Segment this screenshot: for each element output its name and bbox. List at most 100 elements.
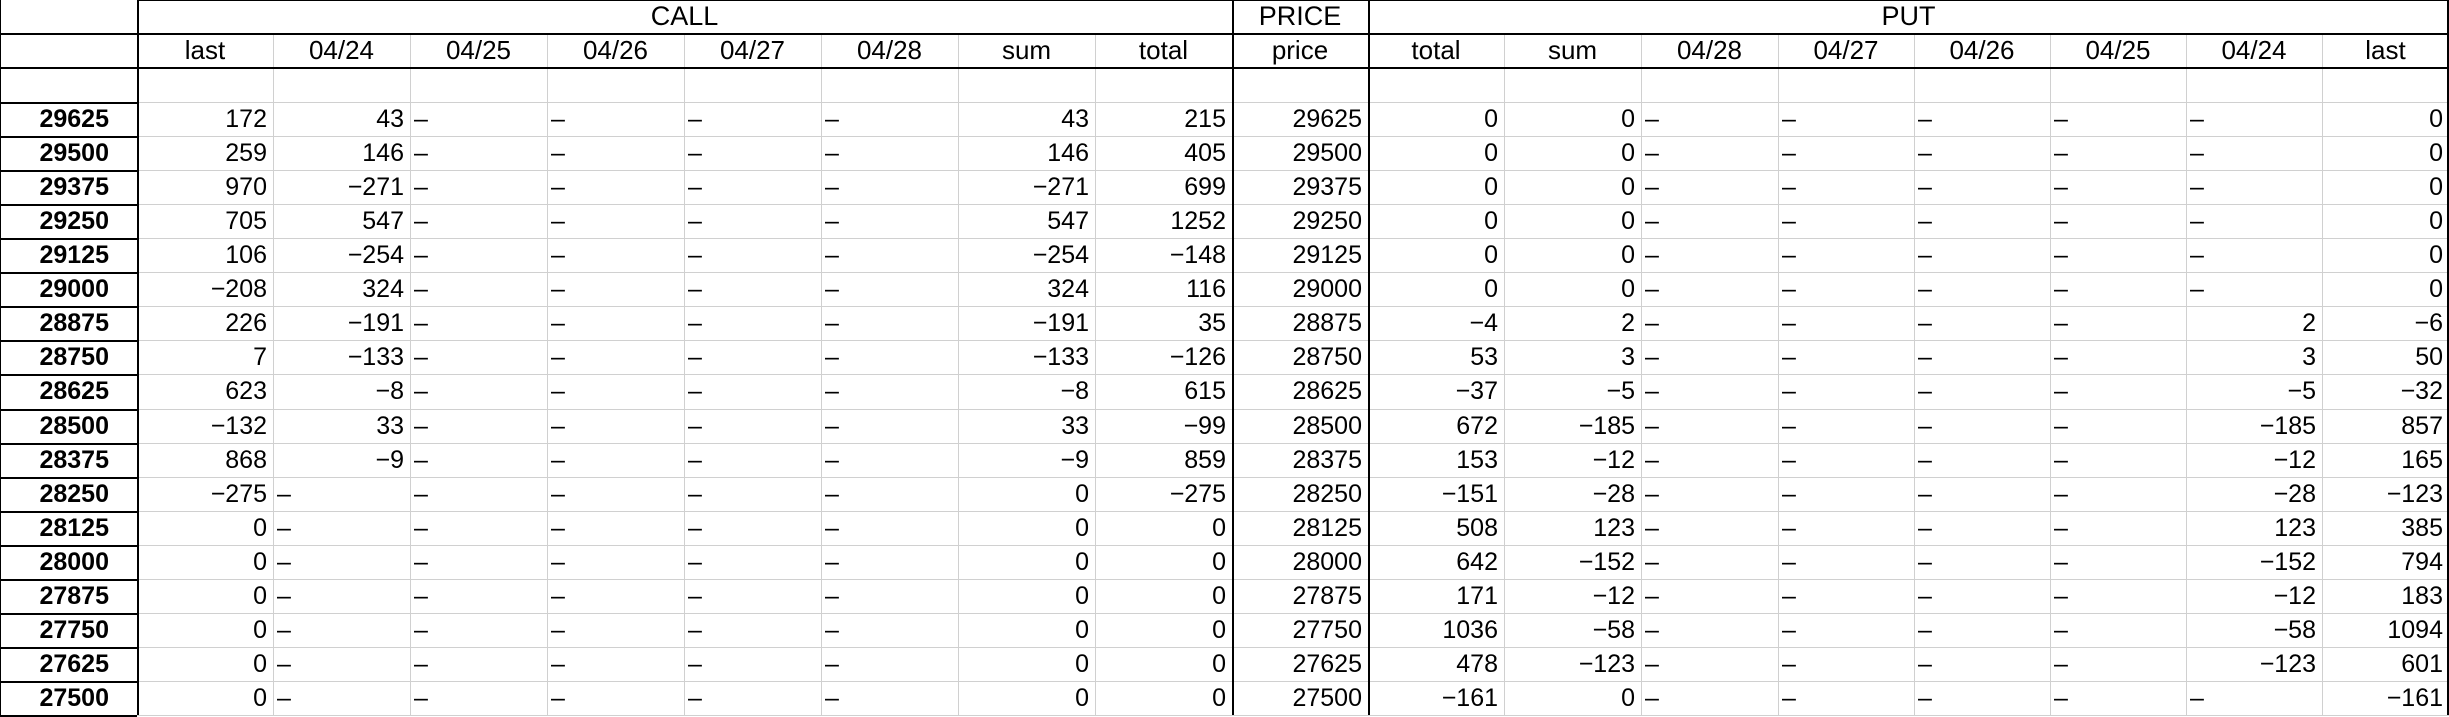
table-cell[interactable]: 642 [1368,545,1504,579]
table-cell[interactable]: – [1641,613,1778,647]
column-header[interactable]: 04/27 [684,33,821,67]
table-cell[interactable]: 3 [2186,340,2322,374]
table-cell[interactable]: 0 [1095,613,1232,647]
table-cell[interactable]: – [821,272,958,306]
table-cell[interactable]: – [410,374,547,408]
table-cell[interactable]: −191 [958,306,1095,340]
column-header[interactable]: 04/25 [2050,33,2186,67]
table-cell[interactable]: 324 [958,272,1095,306]
table-cell[interactable]: 0 [1095,579,1232,613]
put-group-header[interactable]: PUT [1368,0,2449,33]
table-cell[interactable]: – [2050,511,2186,545]
table-cell[interactable]: 35 [1095,306,1232,340]
table-cell[interactable]: – [1641,102,1778,136]
table-cell[interactable]: – [684,511,821,545]
table-cell[interactable]: – [2050,340,2186,374]
table-cell[interactable]: −123 [1504,647,1641,681]
table-cell[interactable]: 0 [1095,545,1232,579]
row-label[interactable]: 29000 [0,272,137,306]
table-cell[interactable]: – [547,545,684,579]
table-cell[interactable]: 27750 [1232,613,1368,647]
table-cell[interactable]: 857 [2322,409,2449,443]
table-cell[interactable]: – [273,647,410,681]
table-cell[interactable]: 165 [2322,443,2449,477]
table-cell[interactable]: 508 [1368,511,1504,545]
table-cell[interactable]: – [2186,681,2322,715]
table-cell[interactable]: – [1914,681,2050,715]
table-cell[interactable]: 153 [1368,443,1504,477]
table-cell[interactable]: – [1914,374,2050,408]
table-cell[interactable]: – [821,170,958,204]
table-cell[interactable]: 868 [137,443,273,477]
table-cell[interactable]: 29375 [1232,170,1368,204]
table-cell[interactable]: – [1778,204,1914,238]
table-cell[interactable]: 3 [1504,340,1641,374]
table-cell[interactable]: – [1914,306,2050,340]
row-label[interactable]: 29625 [0,102,137,136]
table-cell[interactable]: −37 [1368,374,1504,408]
table-cell[interactable]: – [1914,545,2050,579]
column-header[interactable]: 04/25 [410,33,547,67]
table-cell[interactable]: – [547,374,684,408]
price-group-header[interactable]: PRICE [1232,0,1368,33]
table-cell[interactable]: 0 [958,647,1095,681]
table-cell[interactable]: 1094 [2322,613,2449,647]
table-cell[interactable]: 0 [958,681,1095,715]
table-cell[interactable]: – [684,136,821,170]
table-cell[interactable]: – [1641,374,1778,408]
table-cell[interactable]: 50 [2322,340,2449,374]
table-cell[interactable]: – [1778,170,1914,204]
table-cell[interactable]: −99 [1095,409,1232,443]
table-cell[interactable]: 43 [273,102,410,136]
table-cell[interactable]: – [1778,409,1914,443]
table-cell[interactable]: – [2186,102,2322,136]
column-header[interactable]: price [1232,33,1368,67]
table-cell[interactable]: – [1778,340,1914,374]
table-cell[interactable]: 0 [137,681,273,715]
table-cell[interactable]: 0 [1504,204,1641,238]
table-cell[interactable]: – [1914,136,2050,170]
table-cell[interactable]: 1036 [1368,613,1504,647]
table-cell[interactable]: – [1778,238,1914,272]
spreadsheet-grid[interactable]: CALL PRICE PUT last 04/24 04/25 04/26 04/27 04/2… [0,0,2449,717]
table-cell[interactable]: 615 [1095,374,1232,408]
table-cell[interactable]: −254 [273,238,410,272]
table-cell[interactable]: 547 [273,204,410,238]
column-header[interactable]: last [137,33,273,67]
table-cell[interactable]: 43 [958,102,1095,136]
table-cell[interactable]: −271 [958,170,1095,204]
table-cell[interactable]: – [821,306,958,340]
table-cell[interactable]: 146 [958,136,1095,170]
table-cell[interactable]: 106 [137,238,273,272]
row-label[interactable]: 28500 [0,409,137,443]
column-header[interactable]: sum [958,33,1095,67]
table-cell[interactable]: – [2050,170,2186,204]
table-cell[interactable]: – [1778,613,1914,647]
column-header[interactable]: total [1368,33,1504,67]
table-cell[interactable]: −161 [1368,681,1504,715]
row-label[interactable]: 28125 [0,511,137,545]
table-cell[interactable]: – [1641,579,1778,613]
table-cell[interactable]: – [1914,170,2050,204]
table-cell[interactable]: – [1641,647,1778,681]
table-cell[interactable]: – [684,443,821,477]
table-cell[interactable]: 1252 [1095,204,1232,238]
table-cell[interactable]: −152 [1504,545,1641,579]
table-cell[interactable]: – [2050,647,2186,681]
table-cell[interactable]: – [2050,204,2186,238]
table-cell[interactable]: – [2050,681,2186,715]
table-cell[interactable]: – [410,681,547,715]
table-cell[interactable]: 705 [137,204,273,238]
table-cell[interactable]: 0 [958,579,1095,613]
table-cell[interactable]: 0 [958,511,1095,545]
table-cell[interactable]: −123 [2186,647,2322,681]
table-cell[interactable]: −28 [1504,477,1641,511]
table-cell[interactable]: 0 [137,545,273,579]
column-header[interactable]: last [2322,33,2449,67]
table-cell[interactable]: 859 [1095,443,1232,477]
table-cell[interactable]: – [1778,647,1914,681]
table-cell[interactable]: 7 [137,340,273,374]
table-cell[interactable]: – [2050,545,2186,579]
table-cell[interactable]: 0 [2322,102,2449,136]
table-cell[interactable]: – [684,681,821,715]
